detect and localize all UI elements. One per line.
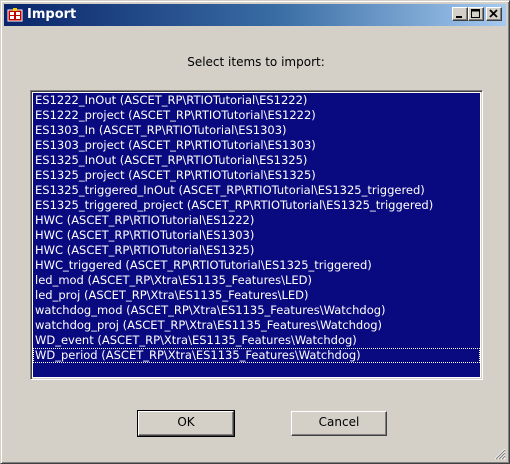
list-item[interactable]: HWC_triggered (ASCET_RP\RTIOTutorial\ES1…	[33, 258, 480, 273]
list-item[interactable]: HWC (ASCET_RP\RTIOTutorial\ES1325)	[33, 243, 480, 258]
import-app-icon[interactable]	[7, 7, 23, 23]
close-icon	[489, 9, 498, 18]
minimize-button[interactable]	[452, 7, 468, 21]
list-item[interactable]: led_proj (ASCET_RP\Xtra\ES1135_Features\…	[33, 288, 480, 303]
list-item-focused[interactable]: WD_period (ASCET_RP\Xtra\ES1135_Features…	[33, 348, 480, 363]
list-item[interactable]: HWC (ASCET_RP\RTIOTutorial\ES1222)	[33, 213, 480, 228]
ok-button-label: OK	[177, 415, 195, 429]
list-item[interactable]: ES1325_project (ASCET_RP\RTIOTutorial\ES…	[33, 168, 480, 183]
cancel-button-label: Cancel	[318, 415, 360, 429]
minimize-icon	[456, 16, 462, 18]
title-bar[interactable]: Import	[4, 4, 506, 26]
list-item[interactable]: watchdog_mod (ASCET_RP\Xtra\ES1135_Featu…	[33, 303, 480, 318]
resize-grip-icon[interactable]	[494, 448, 506, 460]
window-title: Import	[27, 7, 77, 22]
list-item[interactable]: ES1303_In (ASCET_RP\RTIOTutorial\ES1303)	[33, 123, 480, 138]
import-dialog: Import Select items to import: ES1222_In…	[0, 0, 510, 464]
list-item[interactable]: ES1325_triggered_project (ASCET_RP\RTIOT…	[33, 198, 480, 213]
listbox-viewport: ES1222_InOut (ASCET_RP\RTIOTutorial\ES12…	[33, 93, 480, 377]
import-items-listbox[interactable]: ES1222_InOut (ASCET_RP\RTIOTutorial\ES12…	[30, 90, 483, 380]
list-item[interactable]: ES1325_triggered_InOut (ASCET_RP\RTIOTut…	[33, 183, 480, 198]
list-item[interactable]: ES1222_project (ASCET_RP\RTIOTutorial\ES…	[33, 108, 480, 123]
maximize-icon	[471, 9, 480, 18]
cancel-button[interactable]: Cancel	[291, 411, 387, 436]
list-item[interactable]: ES1303_project (ASCET_RP\RTIOTutorial\ES…	[33, 138, 480, 153]
list-item[interactable]: led_mod (ASCET_RP\Xtra\ES1135_Features\L…	[33, 273, 480, 288]
list-item[interactable]: WD_event (ASCET_RP\Xtra\ES1135_Features\…	[33, 333, 480, 348]
list-item[interactable]: ES1325_InOut (ASCET_RP\RTIOTutorial\ES13…	[33, 153, 480, 168]
prompt-label: Select items to import:	[187, 55, 325, 69]
list-item[interactable]: ES1222_InOut (ASCET_RP\RTIOTutorial\ES12…	[33, 93, 480, 108]
list-item[interactable]: watchdog_proj (ASCET_RP\Xtra\ES1135_Feat…	[33, 318, 480, 333]
maximize-button[interactable]	[468, 7, 484, 21]
close-button[interactable]	[486, 7, 502, 21]
list-item[interactable]: HWC (ASCET_RP\RTIOTutorial\ES1303)	[33, 228, 480, 243]
ok-button[interactable]: OK	[137, 410, 235, 437]
